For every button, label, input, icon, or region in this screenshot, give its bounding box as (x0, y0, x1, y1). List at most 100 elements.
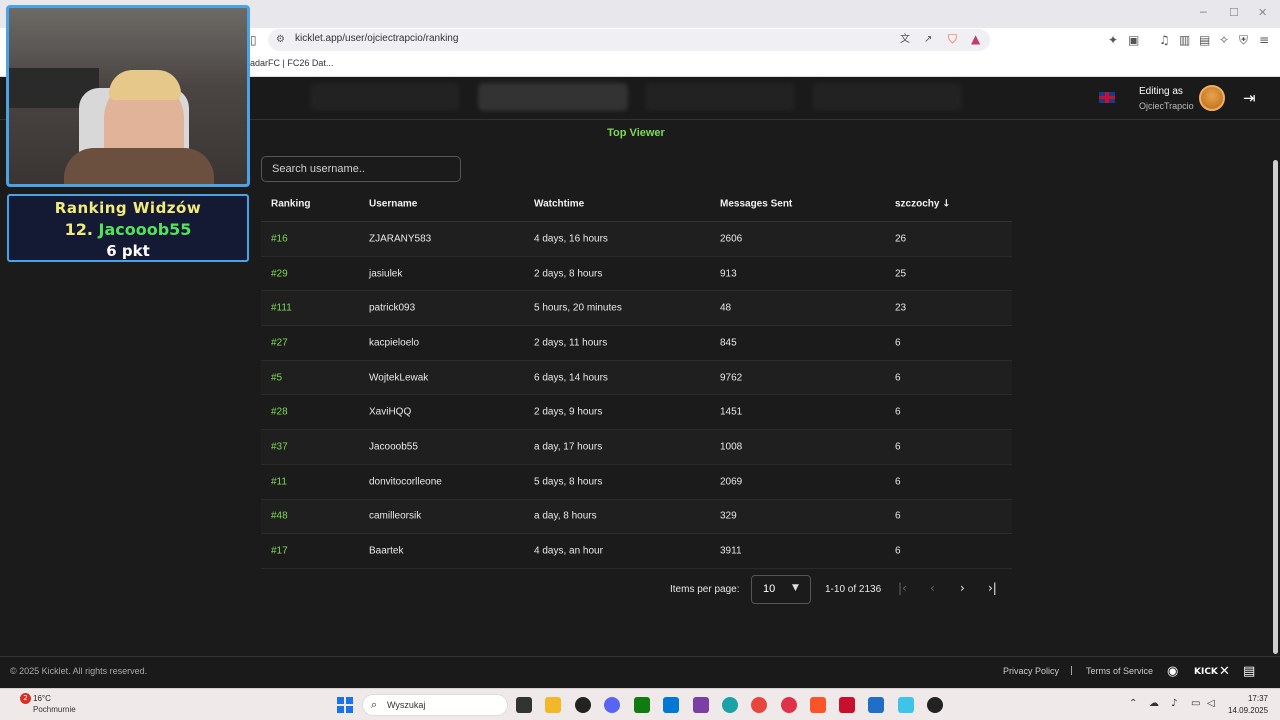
column-header-szczochy[interactable]: szczochy ↓ (895, 198, 951, 209)
edge-icon[interactable] (722, 697, 738, 713)
items-per-page-select[interactable]: 10 ▼ (751, 575, 811, 604)
task-view-icon[interactable] (516, 697, 532, 713)
cell-messages: 3911 (720, 545, 742, 557)
microphone-icon[interactable]: ♪ (1171, 698, 1177, 709)
last-page-icon[interactable]: ›| (988, 581, 997, 595)
column-header-watchtime[interactable]: Watchtime (534, 198, 584, 209)
column-header-messages[interactable]: Messages Sent (720, 198, 792, 209)
search-input[interactable] (261, 156, 461, 182)
sort-arrow-down-icon[interactable]: ↓ (942, 198, 950, 209)
first-page-icon[interactable]: |‹ (898, 581, 907, 595)
vpn-icon[interactable]: ⛨ (1239, 33, 1248, 47)
vscode-icon[interactable] (663, 697, 679, 713)
bookmark-icon[interactable]: ▯ (250, 33, 257, 47)
display-icon[interactable]: ▭ (1191, 698, 1200, 709)
xbox-icon[interactable] (634, 697, 650, 713)
brave-shield-icon[interactable]: ⛉ (948, 32, 957, 46)
maximize-icon[interactable]: ☐ (1229, 6, 1239, 19)
tabs-icon[interactable]: ▣ (1128, 33, 1139, 47)
column-header-username[interactable]: Username (369, 198, 417, 209)
wallet-icon[interactable]: ▤ (1199, 33, 1210, 47)
nav-item-blurred-active[interactable] (478, 83, 628, 111)
cell-szczochy: 6 (895, 545, 901, 557)
file-explorer-icon[interactable] (545, 697, 561, 713)
nav-item-blurred[interactable] (310, 83, 460, 111)
discord-taskbar-icon[interactable] (604, 697, 620, 713)
discord-icon[interactable]: ◉ (1167, 664, 1178, 679)
weather-description[interactable]: Pochmurnie (33, 705, 76, 714)
page-range-label: 1-10 of 2136 (825, 584, 882, 595)
vivaldi-icon[interactable] (839, 697, 855, 713)
cell-ranking: #111 (271, 302, 292, 314)
column-header-ranking[interactable]: Ranking (271, 198, 310, 209)
translate-icon[interactable]: 文 (900, 33, 910, 47)
url-box[interactable]: ⚙ kicklet.app/user/ojciectrapcio/ranking… (268, 29, 990, 51)
share-icon[interactable]: ↗ (924, 33, 932, 47)
cell-watchtime: 5 days, 8 hours (534, 476, 603, 488)
cell-username: Jacooob55 (369, 441, 418, 453)
previous-page-icon[interactable]: ‹ (930, 581, 935, 595)
avatar[interactable] (1199, 85, 1225, 111)
overlay-position: 12. (64, 220, 93, 239)
weather-temperature[interactable]: 16°C (33, 694, 51, 703)
nav-item-blurred[interactable] (812, 83, 962, 111)
app-icon[interactable] (575, 697, 591, 713)
sidebar-icon[interactable]: ▥ (1179, 33, 1190, 47)
taskbar-search-input[interactable]: ⌕ Wyszukaj (362, 694, 508, 716)
search-icon: ⌕ (371, 698, 378, 711)
opera-icon[interactable] (781, 697, 797, 713)
table-row: #37 Jacooob55 a day, 17 hours 1008 6 (261, 430, 1012, 465)
cell-messages: 2606 (720, 233, 743, 245)
obs-icon[interactable] (927, 697, 943, 713)
cell-ranking: #29 (271, 268, 288, 280)
brave-rewards-icon[interactable]: ▲ (971, 32, 980, 46)
terms-of-service-link[interactable]: Terms of Service (1086, 666, 1153, 676)
cell-watchtime: 4 days, 16 hours (534, 233, 608, 245)
cell-szczochy: 25 (895, 268, 907, 280)
page-title: Top Viewer (607, 127, 665, 139)
extensions-icon[interactable]: ✦ (1108, 33, 1118, 47)
brave-icon[interactable] (810, 697, 826, 713)
items-per-page-label: Items per page: (670, 584, 740, 595)
table-header: Ranking Username Watchtime Messages Sent… (261, 186, 1012, 222)
table-row: #111 patrick093 5 hours, 20 minutes 48 23 (261, 291, 1012, 327)
close-icon[interactable]: ✕ (1258, 6, 1267, 19)
scrollbar-thumb[interactable] (1273, 160, 1278, 654)
leo-ai-icon[interactable]: ✧ (1219, 33, 1229, 47)
bookmark-item[interactable]: adarFC | FC26 Dat... (250, 58, 333, 68)
logout-icon[interactable]: ⇥ (1243, 89, 1256, 107)
chevron-up-icon[interactable]: ⌃ (1129, 698, 1137, 709)
x-twitter-icon[interactable]: ✕ (1219, 664, 1230, 679)
photos-icon[interactable] (868, 697, 884, 713)
windows-start-icon[interactable] (337, 697, 353, 713)
weather-badge: 2 (20, 693, 31, 704)
cell-messages: 329 (720, 510, 737, 522)
overlay-points: 6 pkt (106, 242, 150, 260)
cell-watchtime: a day, 17 hours (534, 441, 603, 453)
site-info-icon[interactable]: ⚙ (276, 33, 285, 47)
cell-watchtime: 2 days, 9 hours (534, 406, 603, 418)
cell-watchtime: 5 hours, 20 minutes (534, 302, 622, 314)
media-editor-icon[interactable] (693, 697, 709, 713)
column-header-szczochy-label: szczochy (895, 198, 940, 209)
app-w-icon[interactable] (898, 697, 914, 713)
chrome-icon[interactable] (751, 697, 767, 713)
volume-icon[interactable]: ◁ (1207, 698, 1215, 709)
next-page-icon[interactable]: › (960, 581, 965, 595)
language-flag-icon[interactable] (1099, 92, 1115, 103)
cloud-icon[interactable]: ☁ (1149, 698, 1159, 709)
clock-date[interactable]: 14.09.2025 (1228, 706, 1268, 715)
clock-time[interactable]: 17:37 (1244, 694, 1268, 703)
viewer-ranking-overlay: Ranking Widzów 12. Jacooob55 6 pkt (7, 194, 249, 262)
privacy-policy-link[interactable]: Privacy Policy (1003, 666, 1059, 676)
nav-item-blurred[interactable] (645, 83, 795, 111)
menu-icon[interactable]: ≡ (1259, 33, 1269, 47)
kick-icon[interactable]: KICK (1194, 667, 1218, 677)
minimize-icon[interactable]: ─ (1200, 6, 1207, 19)
cell-messages: 48 (720, 302, 732, 314)
cell-watchtime: 6 days, 14 hours (534, 372, 608, 384)
media-icon[interactable]: ♫ (1159, 33, 1170, 47)
document-icon[interactable]: ▤ (1243, 664, 1255, 679)
cell-messages: 1451 (720, 406, 743, 418)
cell-username: Baartek (369, 545, 404, 557)
